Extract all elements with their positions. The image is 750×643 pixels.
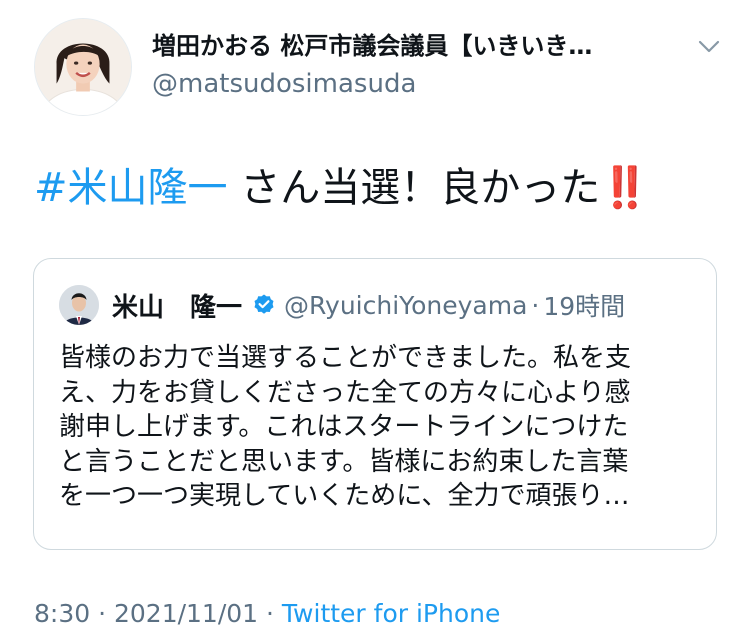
source-app-link[interactable]: Twitter for iPhone bbox=[282, 599, 500, 628]
author-display-name[interactable]: 増田かおる 松戸市議会議員【いきいき… bbox=[152, 30, 672, 62]
quoted-tweet-card[interactable]: 米山 隆一 @RyuichiYoneyama · 19時間 皆様のお力で当選する… bbox=[33, 258, 717, 550]
quoted-author-name[interactable]: 米山 隆一 bbox=[112, 287, 242, 324]
chevron-down-icon bbox=[698, 40, 720, 53]
quoted-tweet-header: 米山 隆一 @RyuichiYoneyama · 19時間 bbox=[112, 287, 625, 323]
quoted-text-line: と言うことだと思います。皆様にお約束した言葉 bbox=[59, 446, 629, 477]
tweet-body-text: さん当選！良かった bbox=[227, 165, 601, 211]
quoted-author-handle[interactable]: @RyuichiYoneyama bbox=[284, 291, 527, 320]
author-avatar-image bbox=[35, 19, 131, 115]
verified-badge-icon bbox=[254, 294, 274, 314]
hashtag-link[interactable]: #米山隆一 bbox=[34, 165, 228, 211]
quoted-text-line: を一つ一つ実現していくために、全力で頑張り… bbox=[59, 481, 630, 511]
author-handle[interactable]: @matsudosimasuda bbox=[152, 68, 416, 100]
quoted-tweet-time[interactable]: 19時間 bbox=[543, 287, 625, 323]
quoted-text-line: 皆様のお力で当選することができました。私を支 bbox=[59, 343, 632, 373]
double-exclamation-icon: ‼️ bbox=[600, 165, 651, 211]
author-avatar[interactable] bbox=[34, 18, 132, 116]
quoted-header-separator: · bbox=[531, 290, 540, 320]
quoted-text-line: 謝申し上げます。これはスタートラインにつけた bbox=[59, 412, 629, 442]
tweet-date[interactable]: 2021/11/01 bbox=[114, 599, 258, 628]
tweet-metadata: 8:30 · 2021/11/01 · Twitter for iPhone bbox=[34, 596, 500, 632]
quoted-text-line: え、力をお貸しくださった全ての方々に心より感 bbox=[59, 377, 631, 408]
more-options-button[interactable] bbox=[694, 32, 724, 62]
quoted-tweet-body: 皆様のお力で当選することができました。私を支 え、力をお貸しくださった全ての方々… bbox=[59, 341, 699, 514]
tweet-text: #米山隆一 さん当選！良かった‼️ bbox=[34, 162, 724, 214]
metadata-separator: · bbox=[258, 599, 282, 628]
quoted-author-avatar[interactable] bbox=[59, 285, 99, 325]
quoted-author-avatar-image bbox=[59, 285, 99, 325]
tweet-time[interactable]: 8:30 bbox=[34, 599, 90, 628]
metadata-separator: · bbox=[90, 599, 114, 628]
